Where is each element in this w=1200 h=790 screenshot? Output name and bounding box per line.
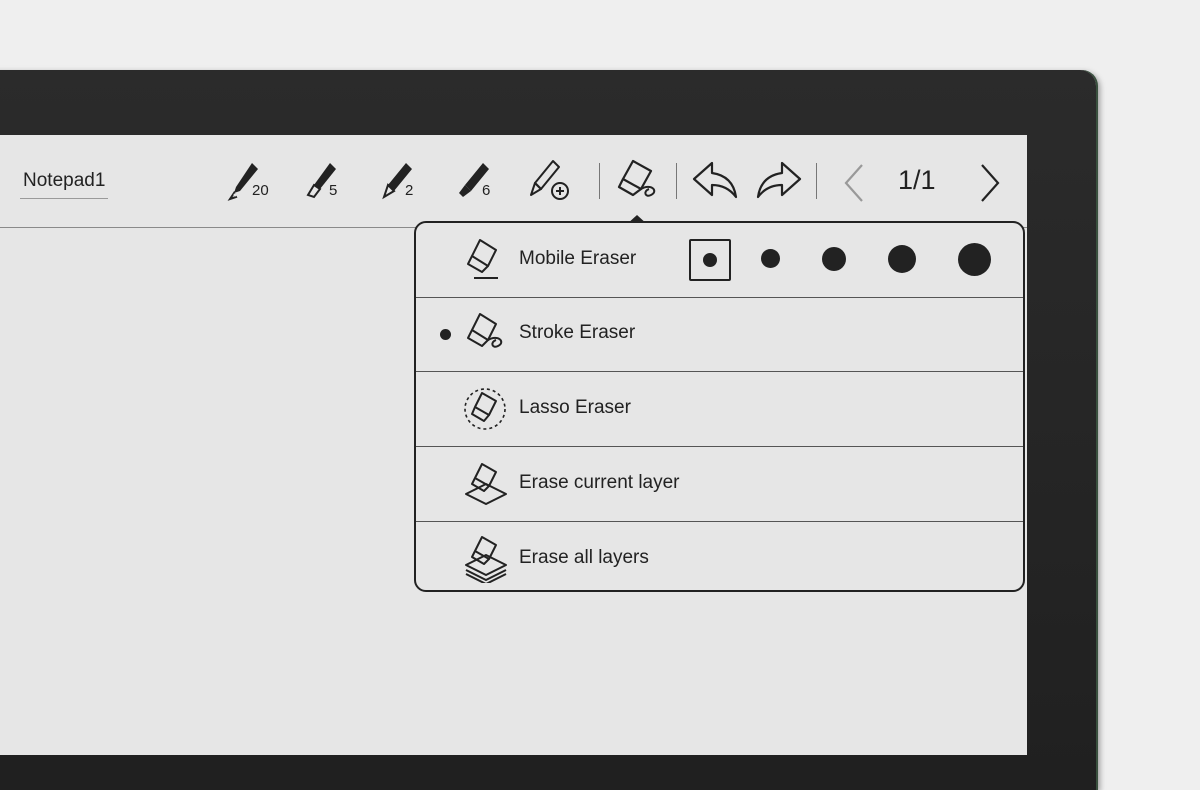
marker-button[interactable]: 6 [453, 155, 509, 209]
pen-size-label: 6 [482, 182, 491, 199]
pencil-icon [382, 163, 412, 200]
marker-icon [459, 163, 489, 197]
fountain-pen-button[interactable]: 20 [224, 155, 280, 209]
menu-item-label: Mobile Eraser [519, 248, 637, 269]
prev-page-button[interactable] [834, 155, 890, 209]
pencil-button[interactable]: 2 [376, 155, 432, 209]
pen-size-label: 5 [329, 182, 338, 199]
eraser-size-option[interactable] [958, 243, 991, 276]
menu-item-erase-all-layers[interactable]: Erase all layers [416, 522, 1023, 590]
erase-layer-icon [465, 463, 507, 505]
stroke-eraser-icon [467, 313, 503, 348]
undo-icon [692, 161, 738, 199]
eraser-icon [617, 159, 656, 197]
pen-plus-icon [530, 160, 569, 200]
undo-button[interactable] [688, 155, 744, 209]
toolbar-divider [816, 163, 817, 199]
eraser-button[interactable] [611, 155, 667, 209]
redo-icon [756, 161, 802, 199]
notebook-title[interactable]: Notepad1 [20, 170, 109, 199]
chevron-left-icon [844, 164, 863, 202]
menu-item-label: Lasso Eraser [519, 397, 631, 418]
menu-item-label: Erase all layers [519, 547, 649, 568]
toolbar-divider [676, 163, 677, 199]
menu-item-label: Erase current layer [519, 472, 680, 493]
lasso-eraser-icon [464, 388, 506, 430]
toolbar: Notepad1 20 5 2 6 1/1 [0, 135, 1027, 228]
eraser-menu: Mobile Eraser Stroke Eraser Lasso Eraser [414, 221, 1025, 592]
pen-size-label: 2 [405, 182, 414, 199]
redo-button[interactable] [752, 155, 808, 209]
menu-item-lasso-eraser[interactable]: Lasso Eraser [416, 372, 1023, 447]
mobile-eraser-icon [467, 239, 498, 279]
toolbar-divider [599, 163, 600, 199]
brush-pen-button[interactable]: 5 [300, 155, 356, 209]
menu-item-label: Stroke Eraser [519, 322, 636, 343]
eraser-size-option[interactable] [761, 249, 780, 268]
brush-pen-icon [306, 163, 336, 199]
eraser-size-option[interactable] [822, 247, 846, 271]
erase-all-layers-icon [465, 536, 507, 583]
menu-item-mobile-eraser[interactable]: Mobile Eraser [416, 223, 1023, 298]
chevron-right-icon [981, 164, 1000, 202]
eraser-size-option[interactable] [888, 245, 916, 273]
menu-item-erase-current-layer[interactable]: Erase current layer [416, 447, 1023, 522]
page-indicator: 1/1 [898, 165, 936, 195]
next-page-button[interactable] [972, 155, 1027, 209]
add-pen-button[interactable] [525, 155, 581, 209]
selected-bullet [440, 329, 451, 340]
eraser-size-option-selected[interactable] [689, 239, 731, 281]
size-dot [703, 253, 717, 267]
pen-size-label: 20 [252, 182, 269, 199]
menu-item-stroke-eraser[interactable]: Stroke Eraser [416, 297, 1023, 372]
